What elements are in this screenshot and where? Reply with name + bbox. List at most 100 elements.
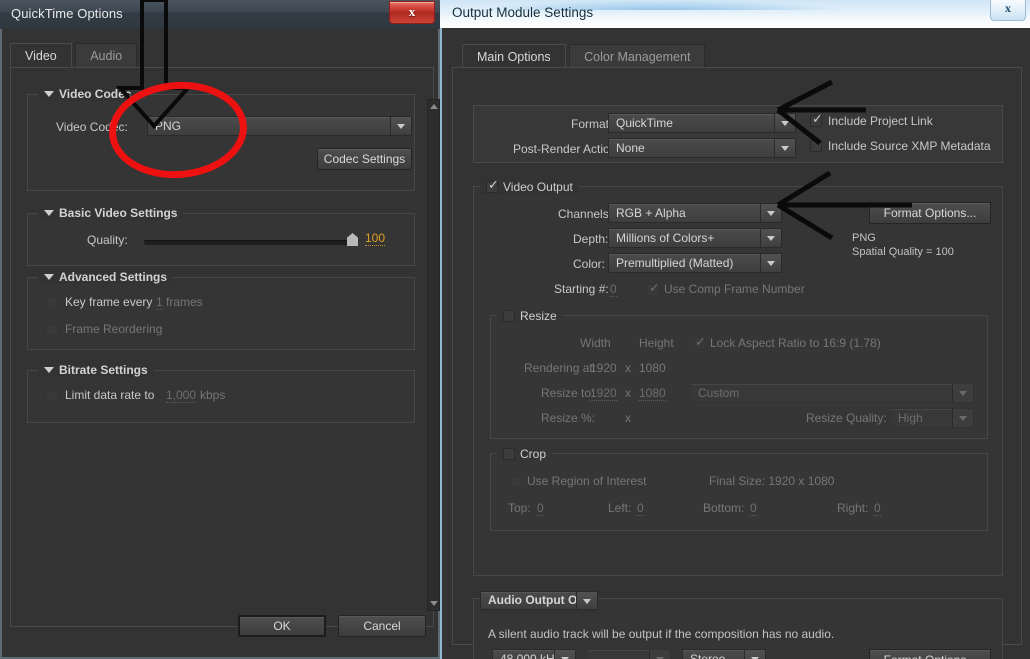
resize-width-header: Width	[580, 336, 611, 350]
chevron-down-icon[interactable]	[44, 366, 54, 373]
chevron-down-icon[interactable]	[774, 139, 795, 157]
final-size-label: Final Size: 1920 x 1080	[709, 474, 835, 488]
output-module-titlebar: Output Module Settings x	[440, 0, 1030, 28]
chevron-down-icon[interactable]	[576, 592, 597, 609]
chevron-down-icon[interactable]	[760, 229, 781, 247]
include-project-link-label: Include Project Link	[828, 114, 933, 128]
audio-channels-select[interactable]: Stereo	[682, 649, 766, 659]
chevron-down-icon[interactable]	[649, 650, 670, 659]
check-icon: ✓	[488, 178, 499, 193]
output-module-tabs: Main Options Color Management	[462, 44, 706, 68]
quality-slider-handle[interactable]	[347, 233, 358, 246]
quality-label: Quality:	[87, 233, 128, 247]
use-region-of-interest-checkbox[interactable]	[510, 476, 522, 488]
quicktime-scrollbar[interactable]	[427, 99, 440, 611]
lock-aspect-ratio-checkbox[interactable]: ✓	[693, 336, 706, 350]
output-module-close-button[interactable]: x	[990, 0, 1026, 21]
chevron-down-icon[interactable]	[774, 114, 795, 132]
video-format-options-button[interactable]: Format Options...	[869, 202, 991, 224]
format-info-line-1: PNG	[852, 232, 876, 244]
chevron-down-icon[interactable]	[952, 384, 973, 402]
limit-data-rate-checkbox[interactable]	[46, 390, 58, 402]
check-icon: ✓	[812, 112, 823, 127]
limit-data-rate-unit: kbps	[200, 388, 226, 402]
quicktime-close-button[interactable]: x	[389, 1, 435, 24]
frame-reordering-label: Frame Reordering	[65, 322, 163, 336]
resize-to-width-value[interactable]: 1920	[590, 386, 617, 401]
output-module-settings-window: Output Module Settings x Main Options Co…	[440, 0, 1030, 659]
bitrate-settings-title: Bitrate Settings	[38, 363, 154, 377]
crop-bottom-label: Bottom:	[703, 501, 745, 515]
output-module-window-title: Output Module Settings	[452, 5, 594, 20]
audio-output-toggle-value: Audio Output On	[488, 593, 585, 607]
use-comp-frame-number-checkbox[interactable]: ✓	[647, 282, 660, 296]
key-frame-every-label: Key frame every	[65, 295, 153, 309]
quality-slider-track[interactable]	[144, 240, 354, 245]
format-value: QuickTime	[616, 116, 673, 130]
video-output-group: ✓ Video Output Channels: RGB + Alpha Form…	[473, 179, 1003, 576]
post-render-action-select[interactable]: None	[608, 138, 796, 158]
basic-video-settings-group: Basic Video Settings Quality: 100	[27, 206, 415, 266]
audio-bit-depth-select[interactable]	[587, 649, 671, 659]
video-output-checkbox[interactable]: ✓	[486, 178, 499, 193]
chevron-down-icon[interactable]	[390, 117, 411, 135]
chevron-down-icon[interactable]	[44, 90, 54, 97]
chevron-down-icon[interactable]	[760, 254, 781, 272]
scroll-up-arrow-icon[interactable]	[428, 101, 439, 112]
main-options-panel: Format: QuickTime ✓ Include Project Link…	[452, 67, 1022, 659]
chevron-down-icon[interactable]	[44, 273, 54, 280]
depth-select[interactable]: Millions of Colors+	[608, 228, 782, 248]
audio-note: A silent audio track will be output if t…	[488, 627, 835, 641]
cancel-button[interactable]: Cancel	[338, 615, 426, 637]
codec-settings-button[interactable]: Codec Settings	[317, 148, 412, 170]
include-xmp-checkbox[interactable]	[810, 140, 822, 152]
chevron-down-icon[interactable]	[44, 209, 54, 216]
resize-height-header: Height	[639, 336, 674, 350]
quality-value[interactable]: 100	[365, 231, 386, 246]
audio-output-group: Audio Output On A silent audio track wil…	[473, 591, 1003, 659]
key-frame-every-value[interactable]: 1	[156, 295, 163, 310]
limit-data-rate-value[interactable]: 1,000	[166, 388, 197, 403]
audio-format-options-button[interactable]: Format Options...	[869, 649, 991, 659]
crop-right-value[interactable]: 0	[874, 501, 881, 516]
format-select[interactable]: QuickTime	[608, 113, 796, 133]
chevron-down-icon[interactable]	[952, 409, 973, 427]
tab-main-options[interactable]: Main Options	[462, 44, 566, 68]
key-frame-every-checkbox[interactable]	[46, 297, 58, 309]
resize-to-height-value[interactable]: 1080	[639, 386, 666, 401]
rendering-x-separator: x	[625, 361, 631, 375]
resize-quality-select[interactable]: High	[890, 408, 974, 428]
ok-button[interactable]: OK	[238, 615, 326, 637]
video-output-group-title: ✓ Video Output	[480, 179, 579, 194]
crop-checkbox[interactable]	[503, 448, 515, 460]
frame-reordering-checkbox[interactable]	[46, 324, 58, 336]
chevron-down-icon[interactable]	[554, 650, 575, 659]
tab-color-management[interactable]: Color Management	[569, 44, 706, 68]
tab-video[interactable]: Video	[10, 43, 72, 67]
audio-sample-rate-select[interactable]: 48.000 kHz	[492, 649, 576, 659]
quicktime-options-window: QuickTime Options x Video Audio Video Co…	[0, 0, 440, 659]
chevron-down-icon[interactable]	[760, 204, 781, 222]
tab-audio[interactable]: Audio	[75, 43, 138, 67]
include-project-link-checkbox[interactable]: ✓	[810, 112, 823, 127]
crop-bottom-value[interactable]: 0	[750, 501, 757, 516]
post-render-action-label: Post-Render Action:	[513, 142, 620, 156]
audio-channels-value: Stereo	[690, 652, 726, 659]
output-module-body: Main Options Color Management Format: Qu…	[440, 28, 1030, 659]
crop-top-value[interactable]: 0	[537, 501, 544, 516]
crop-left-value[interactable]: 0	[637, 501, 644, 516]
starting-number-value[interactable]: 0	[610, 282, 617, 297]
channels-select[interactable]: RGB + Alpha	[608, 203, 782, 223]
audio-output-toggle[interactable]: Audio Output On	[480, 591, 598, 610]
color-label: Color:	[573, 257, 606, 271]
resize-group-title: Resize	[497, 308, 563, 323]
resize-percent-label: Resize %:	[541, 411, 596, 425]
chevron-down-icon[interactable]	[744, 650, 765, 659]
resize-preset-select[interactable]: Custom	[690, 383, 974, 403]
video-codec-group-title: Video Codec	[38, 87, 138, 101]
resize-to-label: Resize to:	[541, 386, 595, 400]
scroll-down-arrow-icon[interactable]	[428, 598, 439, 609]
use-region-of-interest-label: Use Region of Interest	[527, 474, 647, 488]
color-select[interactable]: Premultiplied (Matted)	[608, 253, 782, 273]
resize-checkbox[interactable]	[503, 310, 515, 322]
